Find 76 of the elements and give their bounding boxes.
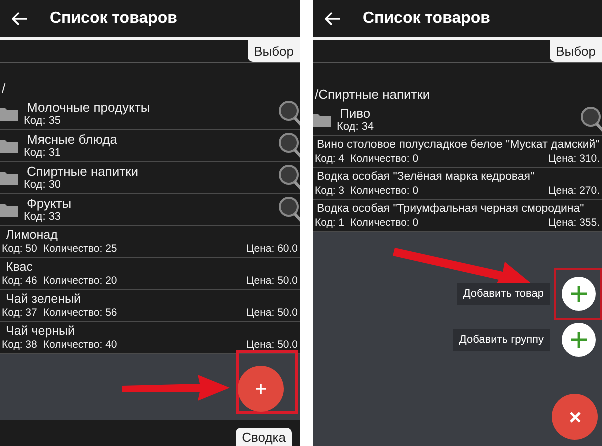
product-code: Код: 3: [315, 185, 345, 198]
group-row[interactable]: Молочные продукты Код: 35: [0, 98, 300, 130]
group-name: Мясные блюда: [26, 132, 118, 147]
group-code: Код: 30: [24, 179, 62, 191]
summary-tab[interactable]: Сводка: [236, 428, 292, 446]
product-quantity: Количество: 56: [43, 307, 118, 320]
product-name: Вино столовое полусладкое белое "Мускат дамский": [316, 138, 601, 153]
screen-title: Список товаров: [50, 10, 178, 28]
product-price: Цена: 50.0: [246, 339, 299, 352]
plus-icon: [255, 383, 267, 395]
add-button[interactable]: [562, 323, 596, 357]
close-button[interactable]: [552, 394, 598, 440]
group-row[interactable]: Фрукты Код: 33: [0, 194, 300, 226]
product-code: Код: 38: [2, 339, 38, 352]
select-tab[interactable]: Выбор: [248, 40, 300, 62]
plus-icon: [570, 331, 588, 349]
action-label: Добавить группу: [453, 329, 550, 351]
group-code: Код: 35: [24, 115, 62, 127]
product-price: Цена: 310.: [548, 153, 601, 166]
folder-path: /: [1, 80, 7, 98]
product-code: Код: 50: [2, 243, 38, 256]
product-price: Цена: 355.: [548, 217, 601, 230]
group-row[interactable]: Спиртные напитки Код: 30: [0, 162, 300, 194]
product-row[interactable]: Лимонад Код: 50 Количество: 25 Цена: 60.0: [0, 226, 300, 258]
product-quantity: Количество: 25: [43, 243, 118, 256]
search-icon[interactable]: [278, 164, 300, 192]
product-quantity: Количество: 20: [43, 275, 118, 288]
product-code: Код: 46: [2, 275, 38, 288]
close-icon: [570, 412, 580, 422]
product-row[interactable]: Чай зеленый Код: 37 Количество: 56 Цена: 50.0: [0, 290, 300, 322]
group-name: Фрукты: [26, 196, 73, 211]
search-icon[interactable]: [278, 132, 300, 160]
folder-icon: [0, 170, 18, 184]
product-quantity: Количество: 0: [350, 153, 419, 166]
product-row[interactable]: Квас Код: 46 Количество: 20 Цена: 50.0: [0, 258, 300, 290]
product-name: Водка особая "Зелёная марка кедровая": [316, 170, 536, 185]
action-label: Добавить товар: [457, 283, 550, 305]
back-arrow-icon[interactable]: [325, 12, 341, 26]
back-arrow-icon[interactable]: [12, 12, 28, 26]
group-name: Молочные продукты: [26, 100, 152, 115]
group-code: Код: 31: [24, 147, 62, 159]
product-price: Цена: 270.: [548, 185, 601, 198]
group-name: Пиво: [339, 106, 372, 121]
select-tab[interactable]: Выбор: [550, 40, 602, 62]
product-code: Код: 1: [315, 217, 345, 230]
product-name: Водка особая "Триумфальная черная смородина": [316, 202, 586, 217]
folder-icon: [0, 106, 18, 120]
group-row[interactable]: Мясные блюда Код: 31: [0, 130, 300, 162]
add-button[interactable]: [562, 277, 596, 311]
product-name: Чай черный: [5, 324, 76, 339]
folder-icon: [0, 202, 18, 216]
product-name: Квас: [5, 260, 34, 275]
search-icon[interactable]: [278, 100, 300, 128]
product-name: Лимонад: [5, 228, 59, 243]
product-price: Цена: 50.0: [246, 275, 299, 288]
product-price: Цена: 60.0: [246, 243, 299, 256]
search-icon[interactable]: [580, 106, 602, 134]
product-row[interactable]: Вино столовое полусладкое белое "Мускат дамский" Код: 4 Количество: 0 Цена: 310.: [313, 136, 602, 168]
folder-icon: [313, 112, 331, 126]
product-code: Код: 37: [2, 307, 38, 320]
product-row[interactable]: Водка особая "Зелёная марка кедровая" Код: 3 Количество: 0 Цена: 270.: [313, 168, 602, 200]
group-code: Код: 34: [337, 121, 376, 133]
product-code: Код: 4: [315, 153, 345, 166]
group-code: Код: 33: [24, 211, 62, 223]
product-quantity: Количество: 0: [350, 217, 419, 230]
folder-icon: [0, 138, 18, 152]
group-name: Спиртные напитки: [26, 164, 140, 179]
product-quantity: Количество: 40: [43, 339, 118, 352]
plus-icon: [570, 285, 588, 303]
search-icon[interactable]: [278, 196, 300, 224]
screen-title: Список товаров: [363, 10, 490, 28]
product-name: Чай зеленый: [5, 292, 82, 307]
product-price: Цена: 50.0: [246, 307, 299, 320]
folder-path: /Спиртные напитки: [314, 86, 432, 104]
product-quantity: Количество: 0: [350, 185, 419, 198]
group-row[interactable]: Пиво Код: 34: [313, 104, 602, 136]
